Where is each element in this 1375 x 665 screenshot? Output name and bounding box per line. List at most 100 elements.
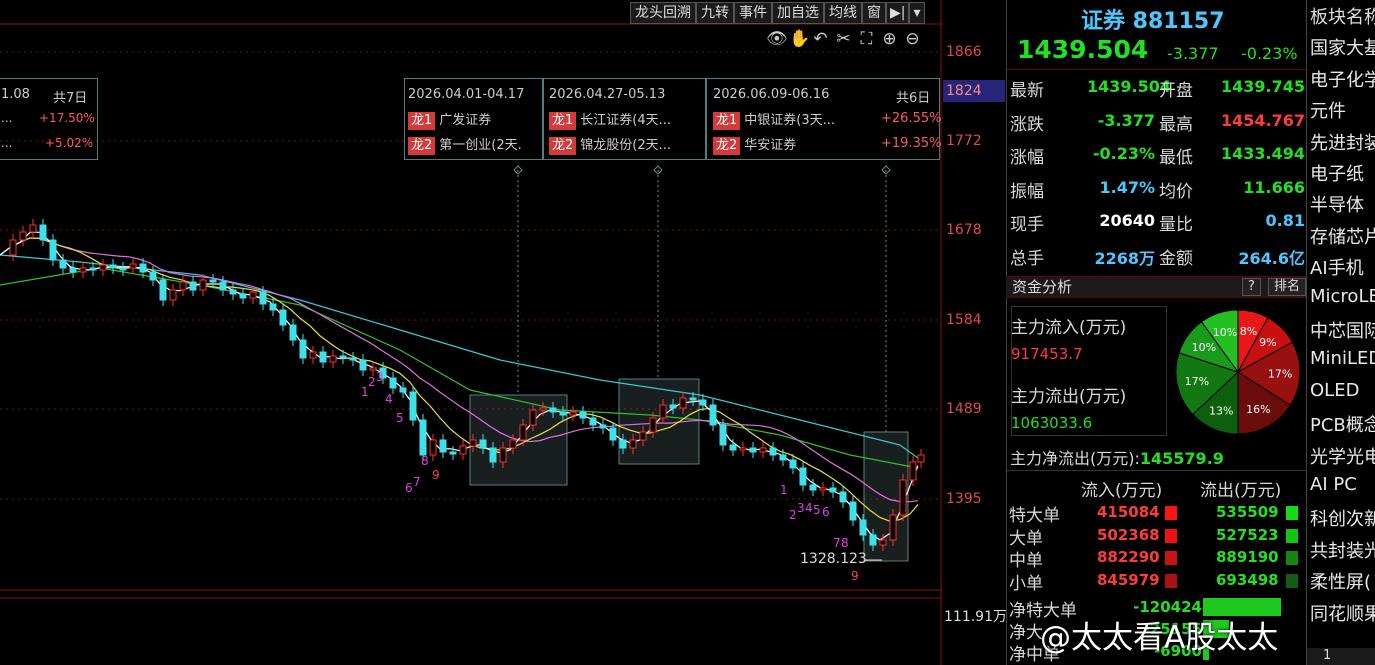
- undo-icon[interactable]: ↶: [812, 30, 829, 48]
- toolbar-add-watchlist[interactable]: 加自选: [772, 2, 824, 24]
- candle-body: [229, 289, 237, 295]
- sector-item[interactable]: 光学光电: [1310, 443, 1375, 469]
- flow-out-value: 889190: [1216, 548, 1279, 566]
- flow-in-bar: [1165, 506, 1177, 520]
- candle-body: [259, 291, 267, 305]
- zoom-out-icon[interactable]: ⊖: [904, 30, 921, 48]
- candle-body: [409, 391, 417, 421]
- quote-label: 量比: [1159, 215, 1193, 235]
- flow-in-value: 415084: [1097, 503, 1160, 521]
- toolbar-window[interactable]: 窗: [862, 2, 886, 24]
- sector-item[interactable]: PCB概念: [1310, 411, 1375, 437]
- sector-item[interactable]: 科创次新: [1310, 505, 1375, 531]
- toolbar-nine-turn[interactable]: 九转: [696, 2, 734, 24]
- sector-item[interactable]: MiniLED: [1310, 348, 1375, 369]
- candle-body: [779, 454, 787, 461]
- sector-item[interactable]: 半导体: [1310, 191, 1364, 217]
- sector-item[interactable]: 存储芯片: [1310, 223, 1375, 249]
- dragon-row: 龙1 长江证券(4天...: [549, 109, 671, 130]
- sector-item[interactable]: 电子纸: [1310, 160, 1364, 186]
- candle-body: [679, 397, 687, 409]
- candle-body: [309, 351, 317, 359]
- toolbar-dragon-trace[interactable]: 龙头回溯: [630, 2, 696, 24]
- dragon-tag: 龙2: [408, 137, 436, 155]
- lock-icon[interactable]: ⛶: [858, 30, 875, 48]
- dragon-box-partial[interactable]: 1.08 共7日 ... +17.50% ... +5.02%: [0, 78, 98, 160]
- y-axis-label: 1772: [946, 133, 982, 149]
- sector-item[interactable]: 同花顺果: [1310, 600, 1375, 626]
- price-change-pct: -0.23%: [1241, 44, 1298, 63]
- sector-item[interactable]: 柔性屏(: [1310, 568, 1371, 594]
- rank-button[interactable]: 排名: [1268, 278, 1306, 296]
- sector-item[interactable]: MicroLED: [1310, 286, 1375, 307]
- dragon-row-pct: +17.50%: [39, 111, 95, 125]
- candle-body: [299, 339, 307, 359]
- hand-icon[interactable]: ✋: [789, 30, 810, 48]
- candle-body: [199, 279, 207, 291]
- volume-axis-label: 111.91万: [944, 609, 1007, 625]
- candle-body: [579, 411, 587, 419]
- quote-label: 振幅: [1010, 181, 1044, 202]
- help-button[interactable]: ?: [1242, 278, 1261, 296]
- toolbar-next-icon[interactable]: ▶|: [886, 2, 910, 24]
- candle-body: [609, 427, 617, 441]
- col-inflow-header: 流入(万元): [1081, 481, 1163, 501]
- nine-turn-label: 9: [432, 468, 440, 482]
- dragon-box[interactable]: 2026.04.27-05.13 龙1 长江证券(4天... 龙2 锦龙股份(2天.…: [543, 78, 706, 160]
- toolbar-events[interactable]: 事件: [734, 2, 772, 24]
- sector-item[interactable]: OLED: [1310, 380, 1359, 401]
- sector-item[interactable]: 电子化学: [1310, 66, 1375, 92]
- candle-body: [729, 444, 737, 451]
- candle-body: [129, 263, 137, 269]
- nine-turn-label: 3: [797, 501, 805, 515]
- flow-out-value: 535509: [1216, 503, 1279, 521]
- dragon-box[interactable]: 2026.06.09-06.16 共6日 龙1 中银证券(3天... +26.55…: [706, 78, 941, 160]
- quote-value: 11.666: [1243, 177, 1305, 197]
- candle-body: [29, 224, 37, 233]
- toolbar-menu-icon[interactable]: ▾: [909, 2, 925, 24]
- quote-label: 现手: [1010, 215, 1044, 235]
- sector-item[interactable]: 先进封装: [1310, 129, 1375, 155]
- fund-analysis-header: 资金分析 ? 排名: [1006, 276, 1306, 298]
- candle-body: [639, 431, 647, 441]
- sector-item[interactable]: 中芯国际: [1310, 317, 1375, 343]
- pie-slice-label: 16%: [1246, 403, 1270, 416]
- sector-item[interactable]: AI PC: [1310, 474, 1357, 495]
- flow-out-value: 527523: [1216, 525, 1279, 544]
- sector-item[interactable]: 国家大基: [1310, 34, 1375, 60]
- candle-body: [169, 289, 177, 301]
- candle-body: [239, 293, 247, 299]
- quote-value: -0.23%: [1092, 144, 1155, 163]
- ma60-line: [0, 254, 919, 459]
- candle-body: [789, 459, 797, 469]
- toolbar-moving-average[interactable]: 均线: [824, 2, 862, 24]
- zoom-in-icon[interactable]: ⊕: [881, 30, 898, 48]
- dragon-row-text: ...: [1, 136, 13, 150]
- current-price-badge: 1824: [943, 80, 1005, 102]
- candle-body: [529, 409, 537, 426]
- dragon-date: 2026.04.27-05.13: [549, 87, 666, 102]
- candle-body: [509, 439, 517, 449]
- candle-body: [99, 264, 107, 271]
- sector-item[interactable]: AI手机: [1310, 254, 1364, 280]
- nine-turn-label: 2: [789, 508, 797, 522]
- quote-label: 总手: [1010, 248, 1044, 269]
- nine-turn-label: 2: [368, 375, 376, 389]
- low-price-label: 1328.123: [800, 551, 867, 567]
- candle-body: [349, 357, 357, 361]
- candle-body: [589, 417, 597, 426]
- flow-in-bar: [1165, 573, 1177, 588]
- dragon-date: 2026.04.01-04.17: [408, 87, 525, 102]
- eye-icon[interactable]: 👁: [766, 30, 788, 48]
- dragon-box[interactable]: 2026.04.01-04.17 龙1 广发证券 龙2 第一创业(2天.: [404, 78, 543, 160]
- candle-body: [249, 291, 257, 299]
- candle-body: [19, 231, 27, 241]
- flow-in-bar: [1165, 551, 1177, 565]
- quote-value: -3.377: [1097, 110, 1155, 130]
- sector-item[interactable]: 元件: [1310, 97, 1346, 123]
- candle-body: [689, 397, 697, 401]
- dragon-stock: 中银证券(3天...: [744, 113, 836, 128]
- sector-item[interactable]: 共封装光: [1310, 537, 1375, 563]
- candle-body: [739, 447, 747, 451]
- scissors-icon[interactable]: ✂: [835, 30, 852, 48]
